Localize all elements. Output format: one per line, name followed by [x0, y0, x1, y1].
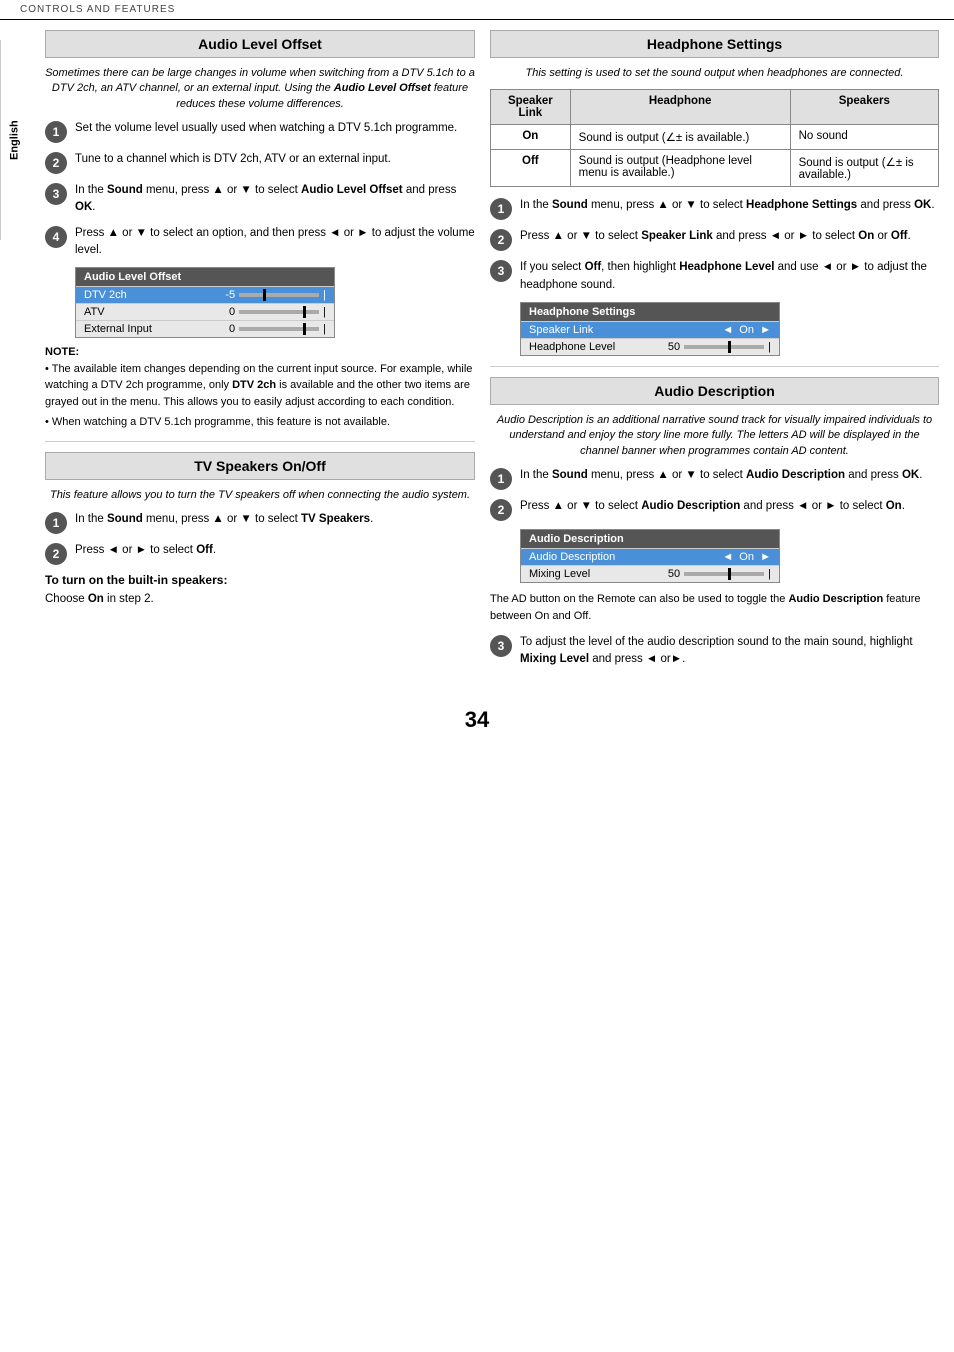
built-in-heading: To turn on the built-in speakers:: [45, 573, 475, 587]
hp-step-1-row: 1 In the Sound menu, press ▲ or ▼ to sel…: [490, 197, 939, 220]
audio-description-title: Audio Description: [490, 377, 939, 405]
ad-step-1-text: In the Sound menu, press ▲ or ▼ to selec…: [520, 467, 939, 484]
hp-step-2-num: 2: [490, 229, 512, 251]
tv-step-1-num: 1: [45, 512, 67, 534]
headphone-settings-menu: Headphone Settings Speaker Link ◄ On ► H…: [520, 302, 780, 356]
hp-step-1-num: 1: [490, 198, 512, 220]
hp-step-2-row: 2 Press ▲ or ▼ to select Speaker Link an…: [490, 228, 939, 251]
note-item-1: The available item changes depending on …: [45, 361, 475, 411]
headphone-table: Speaker Link Headphone Speakers On Sound…: [490, 89, 939, 187]
ad-menu-row-audio-desc: Audio Description ◄ On ►: [521, 548, 779, 565]
table-row-on: On Sound is output (∠± is available.) No…: [491, 125, 939, 150]
note-section: NOTE: The available item changes dependi…: [45, 344, 475, 431]
hp-menu-header: Headphone Settings: [521, 303, 779, 321]
step-3-row: 3 In the Sound menu, press ▲ or ▼ to sel…: [45, 182, 475, 217]
step-1-num: 1: [45, 121, 67, 143]
menu-header: Audio Level Offset: [76, 268, 334, 286]
step-1-row: 1 Set the volume level usually used when…: [45, 120, 475, 143]
menu-row-dtv2ch: DTV 2ch -5 |: [76, 286, 334, 303]
step-1-text: Set the volume level usually used when w…: [75, 120, 475, 137]
step-2-text: Tune to a channel which is DTV 2ch, ATV …: [75, 151, 475, 168]
table-row-off: Off Sound is output (Headphone level men…: [491, 150, 939, 187]
menu-row-atv: ATV 0 |: [76, 303, 334, 320]
ad-note: The AD button on the Remote can also be …: [490, 591, 939, 624]
hp-step-3-row: 3 If you select Off, then highlight Head…: [490, 259, 939, 294]
table-cell-on: On: [491, 125, 571, 150]
hp-menu-row-speaker-link: Speaker Link ◄ On ►: [521, 321, 779, 338]
tv-speakers-section: TV Speakers On/Off This feature allows y…: [45, 452, 475, 609]
tv-step-2-text: Press ◄ or ► to select Off.: [75, 542, 475, 559]
headphone-settings-description: This setting is used to set the sound ou…: [490, 66, 939, 81]
audio-level-offset-menu: Audio Level Offset DTV 2ch -5 | ATV 0 |: [75, 267, 335, 338]
tv-speakers-description: This feature allows you to turn the TV s…: [45, 488, 475, 503]
table-cell-off: Off: [491, 150, 571, 187]
table-cell-on-speakers: No sound: [790, 125, 938, 150]
tv-step-2-num: 2: [45, 543, 67, 565]
audio-level-offset-title: Audio Level Offset: [45, 30, 475, 58]
tv-step-2-row: 2 Press ◄ or ► to select Off.: [45, 542, 475, 565]
step-4-row: 4 Press ▲ or ▼ to select an option, and …: [45, 225, 475, 260]
ad-menu-row-mixing-level: Mixing Level 50 |: [521, 565, 779, 582]
table-header-headphone: Headphone: [570, 90, 790, 125]
ad-step-1-num: 1: [490, 468, 512, 490]
ad-menu-header: Audio Description: [521, 530, 779, 548]
tv-step-1-row: 1 In the Sound menu, press ▲ or ▼ to sel…: [45, 511, 475, 534]
audio-level-offset-description: Sometimes there can be large changes in …: [45, 66, 475, 112]
ad-step-2-num: 2: [490, 499, 512, 521]
step-3-text: In the Sound menu, press ▲ or ▼ to selec…: [75, 182, 475, 217]
tv-speakers-title: TV Speakers On/Off: [45, 452, 475, 480]
ad-step-3-row: 3 To adjust the level of the audio descr…: [490, 634, 939, 669]
main-content: Audio Level Offset Sometimes there can b…: [30, 20, 954, 687]
ad-step-3-text: To adjust the level of the audio descrip…: [520, 634, 939, 669]
ad-step-2-row: 2 Press ▲ or ▼ to select Audio Descripti…: [490, 498, 939, 521]
hp-step-3-num: 3: [490, 260, 512, 282]
step-2-row: 2 Tune to a channel which is DTV 2ch, AT…: [45, 151, 475, 174]
menu-row-external-input: External Input 0 |: [76, 320, 334, 337]
hp-menu-row-headphone-level: Headphone Level 50 |: [521, 338, 779, 355]
headphone-settings-section: Headphone Settings This setting is used …: [490, 30, 939, 356]
built-in-text: Choose On in step 2.: [45, 591, 475, 608]
step-4-text: Press ▲ or ▼ to select an option, and th…: [75, 225, 475, 260]
page-number: 34: [0, 707, 954, 743]
table-header-speaker-link: Speaker Link: [491, 90, 571, 125]
hp-step-3-text: If you select Off, then highlight Headph…: [520, 259, 939, 294]
tv-step-1-text: In the Sound menu, press ▲ or ▼ to selec…: [75, 511, 475, 528]
right-column: Headphone Settings This setting is used …: [490, 30, 939, 677]
audio-level-offset-section: Audio Level Offset Sometimes there can b…: [45, 30, 475, 431]
audio-description-intro: Audio Description is an additional narra…: [490, 413, 939, 459]
header-label: CONTROLS AND FEATURES: [20, 4, 175, 15]
note-label: NOTE:: [45, 346, 79, 358]
table-cell-on-headphone: Sound is output (∠± is available.): [570, 125, 790, 150]
step-3-num: 3: [45, 183, 67, 205]
table-cell-off-headphone: Sound is output (Headphone level menu is…: [570, 150, 790, 187]
page-header: CONTROLS AND FEATURES: [0, 0, 954, 20]
step-4-num: 4: [45, 226, 67, 248]
ad-step-1-row: 1 In the Sound menu, press ▲ or ▼ to sel…: [490, 467, 939, 490]
hp-step-2-text: Press ▲ or ▼ to select Speaker Link and …: [520, 228, 939, 245]
sidebar-english: English: [0, 40, 28, 240]
table-cell-off-speakers: Sound is output (∠± is available.): [790, 150, 938, 187]
headphone-settings-title: Headphone Settings: [490, 30, 939, 58]
audio-description-section: Audio Description Audio Description is a…: [490, 377, 939, 669]
hp-step-1-text: In the Sound menu, press ▲ or ▼ to selec…: [520, 197, 939, 214]
left-column: Audio Level Offset Sometimes there can b…: [45, 30, 475, 677]
audio-description-menu: Audio Description Audio Description ◄ On…: [520, 529, 780, 583]
note-item-2: When watching a DTV 5.1ch programme, thi…: [45, 414, 475, 431]
table-header-speakers: Speakers: [790, 90, 938, 125]
ad-step-3-num: 3: [490, 635, 512, 657]
step-2-num: 2: [45, 152, 67, 174]
ad-step-2-text: Press ▲ or ▼ to select Audio Description…: [520, 498, 939, 515]
note-list: The available item changes depending on …: [45, 361, 475, 431]
